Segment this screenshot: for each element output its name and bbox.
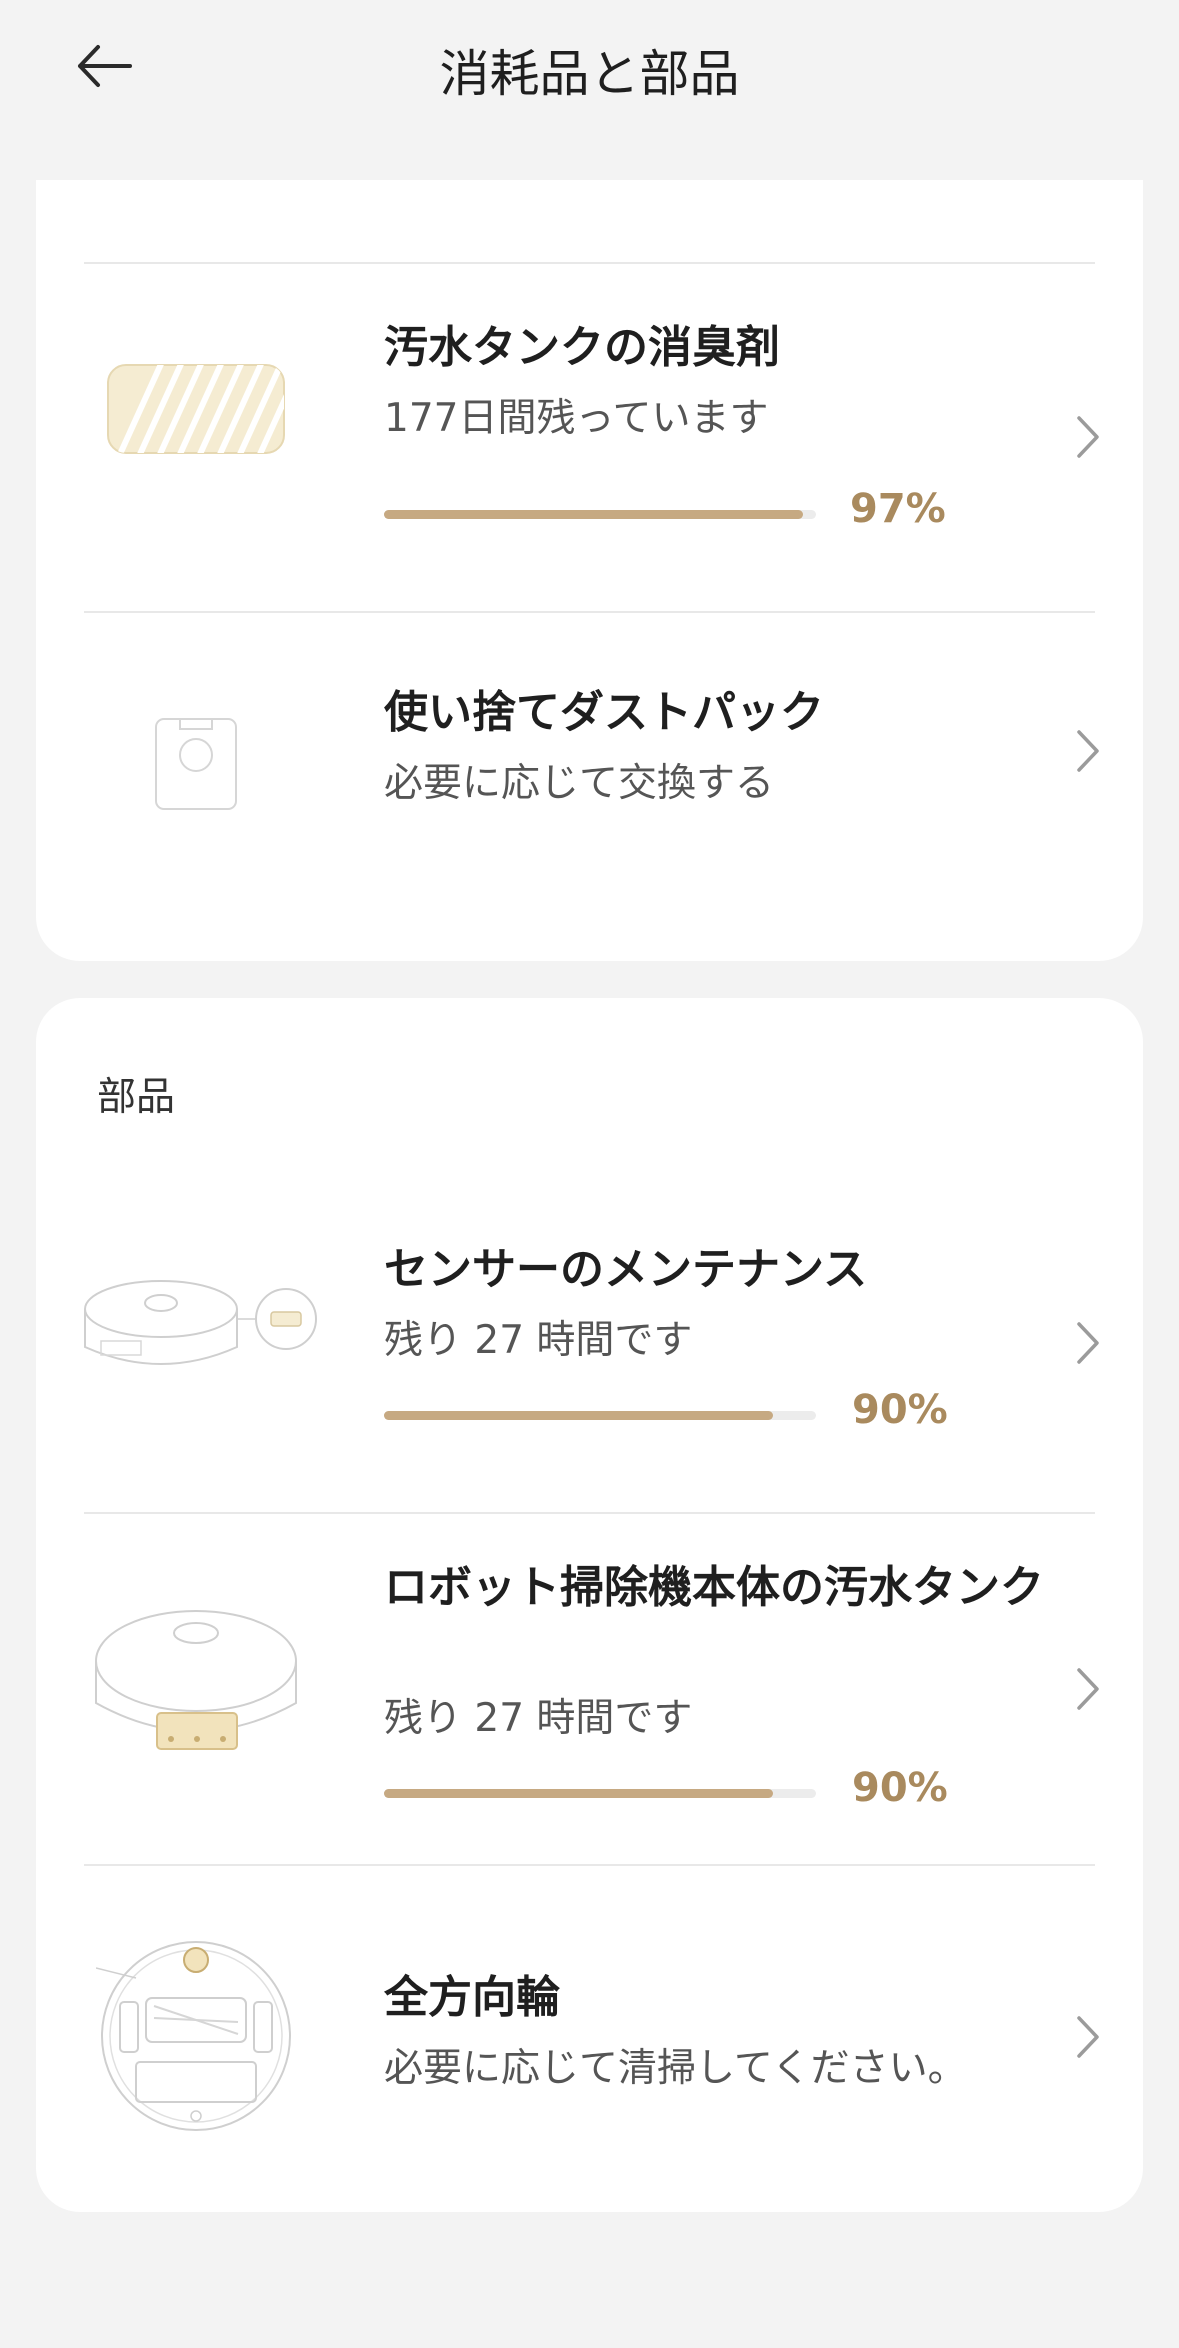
robot-sensor-image [66,1264,336,1394]
progress-fill [384,1411,773,1420]
section-label: 部品 [97,1075,176,1120]
robot-wheel-image [76,1936,316,2136]
top-bar: 消耗品と部品 [0,0,1179,135]
percent-label: 90% [852,1387,948,1433]
robot-tank-image [76,1594,316,1774]
item-title: 全方向輪 [384,1972,560,2023]
dust-bag-image [76,703,316,823]
chevron-right-icon [1077,416,1099,458]
item-subtitle: 必要に応じて交換する [384,761,775,806]
item-subtitle: 残り 27 時間です [384,1318,693,1363]
item-subtitle: 必要に応じて清掃してください。 [384,2046,967,2091]
parts-card: 部品 センサーのメンテナンス 残り 27 時間です 90% ロボット掃除機本体の… [36,998,1143,2212]
page-title: 消耗品と部品 [439,45,740,103]
chevron-right-icon [1077,1322,1099,1364]
item-title: 汚水タンクの消臭剤 [384,322,780,373]
deodorizer-image [76,354,316,464]
part-row-sensor[interactable]: センサーのメンテナンス 残り 27 時間です 90% [36,1168,1143,1512]
progress-fill [384,1789,773,1798]
item-subtitle: 177日間残っています [384,396,769,441]
chevron-right-icon [1077,2016,1099,2058]
progress-bar [384,510,816,519]
consumables-card: 汚水タンクの消臭剤 177日間残っています 97% 使い捨てダストパック 必要に… [36,180,1143,961]
consumable-row-deodorizer[interactable]: 汚水タンクの消臭剤 177日間残っています 97% [36,264,1143,612]
chevron-right-icon [1077,730,1099,772]
progress-bar [384,1789,816,1798]
item-title: ロボット掃除機本体の汚水タンク [384,1562,1044,1613]
percent-label: 97% [850,486,946,532]
part-row-robot-tank[interactable]: ロボット掃除機本体の汚水タンク 残り 27 時間です 90% [36,1514,1143,1864]
consumable-row-dust-pack[interactable]: 使い捨てダストパック 必要に応じて交換する [36,613,1143,961]
part-row-omni-wheel[interactable]: 全方向輪 必要に応じて清掃してください。 [36,1866,1143,2212]
progress-bar [384,1411,816,1420]
percent-label: 90% [852,1765,948,1811]
progress-fill [384,510,804,519]
item-title: センサーのメンテナンス [384,1244,868,1295]
item-title: 使い捨てダストパック [384,687,824,738]
chevron-right-icon [1077,1668,1099,1710]
item-subtitle: 残り 27 時間です [384,1696,693,1741]
